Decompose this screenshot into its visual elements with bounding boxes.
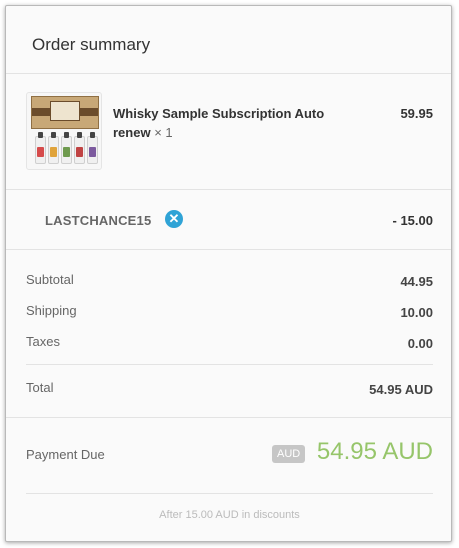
subtotal-value: 44.95 <box>400 274 433 289</box>
divider <box>6 73 451 74</box>
close-icon: ✕ <box>168 211 180 226</box>
line-item-quantity: × 1 <box>154 125 173 140</box>
shipping-label: Shipping <box>26 303 77 318</box>
shipping-value: 10.00 <box>400 305 433 320</box>
divider <box>6 189 451 190</box>
divider <box>26 493 433 494</box>
whisky-sample-box-icon <box>31 96 99 129</box>
line-item-price: 59.95 <box>400 106 433 121</box>
taxes-value: 0.00 <box>407 336 433 351</box>
remove-discount-button[interactable]: ✕ <box>165 210 183 228</box>
subtotal-label: Subtotal <box>26 272 74 287</box>
discount-amount: - 15.00 <box>392 213 433 228</box>
discount-note: After 15.00 AUD in discounts <box>159 509 300 521</box>
discount-code: LASTCHANCE15 <box>45 213 152 228</box>
divider <box>6 249 451 250</box>
total-value: 54.95 AUD <box>369 382 433 397</box>
divider <box>6 417 451 418</box>
order-summary-title: Order summary <box>32 35 151 54</box>
payment-due-label: Payment Due <box>26 447 105 462</box>
line-item-title: Whisky Sample Subscription Auto renew <box>113 106 325 140</box>
taxes-label: Taxes <box>26 334 60 349</box>
line-item-name: Whisky Sample Subscription Auto renew × … <box>113 104 353 142</box>
currency-badge: AUD <box>272 445 306 463</box>
product-thumbnail <box>26 92 102 170</box>
divider <box>26 364 433 365</box>
total-label: Total <box>26 380 54 395</box>
payment-due-amount: 54.95 AUD <box>316 438 433 465</box>
